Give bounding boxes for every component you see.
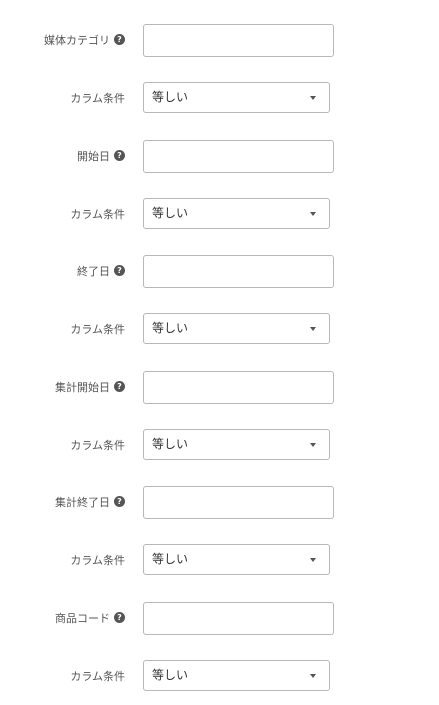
end-date-input[interactable]	[143, 255, 334, 288]
start-date-condition-label: カラム条件	[70, 198, 125, 229]
media-category-row: 媒体カテゴリ ?	[0, 24, 439, 57]
end-date-label: 終了日 ?	[77, 255, 125, 286]
product-code-condition-label: カラム条件	[70, 660, 125, 691]
media-category-input[interactable]	[143, 24, 334, 57]
start-date-condition-select[interactable]: 等しい	[143, 198, 330, 229]
product-code-label-text: 商品コード	[55, 611, 110, 625]
start-date-label-text: 開始日	[77, 149, 110, 163]
question-circle-icon[interactable]: ?	[114, 381, 125, 392]
end-date-condition-row: カラム条件 等しい	[0, 313, 439, 344]
aggregate-end-date-condition-label: カラム条件	[70, 544, 125, 575]
aggregate-start-date-label-text: 集計開始日	[55, 380, 110, 394]
question-circle-icon[interactable]: ?	[114, 150, 125, 161]
caret-down-icon	[310, 327, 316, 331]
select-value: 等しい	[152, 552, 189, 566]
question-circle-icon[interactable]: ?	[114, 612, 125, 623]
media-category-label: 媒体カテゴリ ?	[44, 24, 125, 55]
caret-down-icon	[310, 674, 316, 678]
aggregate-end-date-condition-row: カラム条件 等しい	[0, 544, 439, 575]
column-condition-label-text: カラム条件	[70, 553, 125, 567]
product-code-condition-select[interactable]: 等しい	[143, 660, 330, 691]
question-circle-icon[interactable]: ?	[114, 496, 125, 507]
column-condition-label-text: カラム条件	[70, 438, 125, 452]
column-condition-label-text: カラム条件	[70, 322, 125, 336]
end-date-condition-select[interactable]: 等しい	[143, 313, 330, 344]
aggregate-end-date-input[interactable]	[143, 486, 334, 519]
product-code-row: 商品コード ?	[0, 602, 439, 635]
media-category-condition-select[interactable]: 等しい	[143, 82, 330, 113]
aggregate-start-date-row: 集計開始日 ?	[0, 371, 439, 404]
select-value: 等しい	[152, 90, 189, 104]
media-category-condition-label: カラム条件	[70, 82, 125, 113]
select-value: 等しい	[152, 206, 189, 220]
aggregate-end-date-condition-select[interactable]: 等しい	[143, 544, 330, 575]
start-date-input[interactable]	[143, 140, 334, 173]
question-circle-icon[interactable]: ?	[114, 34, 125, 45]
select-value: 等しい	[152, 668, 189, 682]
select-value: 等しい	[152, 321, 189, 335]
aggregate-end-date-row: 集計終了日 ?	[0, 486, 439, 519]
aggregate-start-date-condition-row: カラム条件 等しい	[0, 429, 439, 460]
select-value: 等しい	[152, 437, 189, 451]
aggregate-end-date-label-text: 集計終了日	[55, 495, 110, 509]
aggregate-end-date-label: 集計終了日 ?	[55, 486, 125, 517]
caret-down-icon	[310, 212, 316, 216]
start-date-condition-row: カラム条件 等しい	[0, 198, 439, 229]
product-code-condition-row: カラム条件 等しい	[0, 660, 439, 691]
end-date-condition-label: カラム条件	[70, 313, 125, 344]
media-category-label-text: 媒体カテゴリ	[44, 33, 110, 47]
caret-down-icon	[310, 96, 316, 100]
media-category-condition-row: カラム条件 等しい	[0, 82, 439, 113]
aggregate-start-date-label: 集計開始日 ?	[55, 371, 125, 402]
column-condition-label-text: カラム条件	[70, 669, 125, 683]
end-date-label-text: 終了日	[77, 264, 110, 278]
aggregate-start-date-condition-select[interactable]: 等しい	[143, 429, 330, 460]
product-code-input[interactable]	[143, 602, 334, 635]
start-date-label: 開始日 ?	[77, 140, 125, 171]
aggregate-start-date-condition-label: カラム条件	[70, 429, 125, 460]
question-circle-icon[interactable]: ?	[114, 265, 125, 276]
column-condition-label-text: カラム条件	[70, 207, 125, 221]
start-date-row: 開始日 ?	[0, 140, 439, 173]
end-date-row: 終了日 ?	[0, 255, 439, 288]
column-condition-label-text: カラム条件	[70, 91, 125, 105]
caret-down-icon	[310, 558, 316, 562]
filter-form: 媒体カテゴリ ? カラム条件 等しい 開始日 ? カラム条件 等しい 終了日 ?…	[0, 0, 439, 705]
caret-down-icon	[310, 443, 316, 447]
aggregate-start-date-input[interactable]	[143, 371, 334, 404]
product-code-label: 商品コード ?	[55, 602, 125, 633]
